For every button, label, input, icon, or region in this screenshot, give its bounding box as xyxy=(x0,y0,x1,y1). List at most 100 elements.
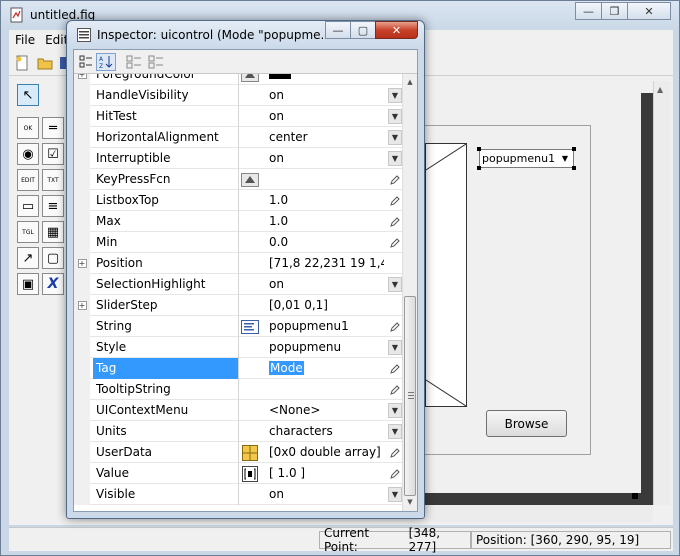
property-row-string[interactable]: String popupmenu1 xyxy=(74,316,402,337)
open-folder-icon[interactable] xyxy=(37,55,53,71)
property-row-position[interactable]: + Position [71,8 22,231 19 1,462] xyxy=(74,253,402,274)
property-value[interactable]: Mode xyxy=(269,358,384,379)
edit-pencil-icon[interactable] xyxy=(388,382,402,397)
property-value[interactable]: on xyxy=(269,106,384,127)
property-row-style[interactable]: Style popupmenu ▼ xyxy=(74,337,402,358)
listbox-tool[interactable]: ≡ xyxy=(42,195,64,217)
property-row-tag[interactable]: Tag Mode xyxy=(74,358,402,379)
edit-pencil-icon[interactable] xyxy=(388,235,402,250)
popup-menu-tool[interactable]: ▭ xyxy=(17,195,39,217)
property-row-sliderstep[interactable]: + SliderStep [0,01 0,1] xyxy=(74,295,402,316)
property-value[interactable]: popupmenu xyxy=(269,337,384,358)
property-value[interactable]: characters xyxy=(269,421,384,442)
property-value[interactable]: popupmenu1 xyxy=(269,316,384,337)
table-tool[interactable]: ▦ xyxy=(42,221,64,243)
property-row-interruptible[interactable]: Interruptible on ▼ xyxy=(74,148,402,169)
activex-tool[interactable]: X xyxy=(42,273,64,295)
property-row-uicontextmenu[interactable]: UIContextMenu <None> ▼ xyxy=(74,400,402,421)
property-row-handlevisibility[interactable]: HandleVisibility on ▼ xyxy=(74,85,402,106)
selection-handle[interactable] xyxy=(477,147,481,151)
maximize-icon[interactable]: ▢ xyxy=(350,21,376,39)
property-value[interactable]: [0x0 double array] xyxy=(269,442,384,463)
property-value[interactable]: on xyxy=(269,148,384,169)
check-box-tool[interactable]: ☑ xyxy=(42,143,64,165)
collapse-all-icon[interactable] xyxy=(146,53,166,71)
scroll-down-icon[interactable]: ▼ xyxy=(404,495,416,509)
minimize-icon[interactable]: — xyxy=(325,21,351,39)
property-row-keypressfcn[interactable]: KeyPressFcn xyxy=(74,169,402,190)
callback-icon[interactable] xyxy=(239,170,261,189)
foreground-color-swatch[interactable] xyxy=(269,74,291,79)
property-row-units[interactable]: Units characters ▼ xyxy=(74,421,402,442)
popupmenu-widget[interactable]: popupmenu1 ▼ xyxy=(479,149,574,168)
expand-plus-icon[interactable]: + xyxy=(77,74,87,79)
dropdown-arrow-icon[interactable]: ▼ xyxy=(388,403,402,418)
selection-handle[interactable] xyxy=(572,147,576,151)
layout-vertical-scrollbar[interactable]: ▲ xyxy=(653,81,670,505)
property-value[interactable]: [71,8 22,231 19 1,462] xyxy=(269,253,384,274)
sort-alphabetically-icon[interactable]: AZ xyxy=(96,53,116,71)
slider-tool[interactable]: ═ xyxy=(42,117,64,139)
property-value[interactable] xyxy=(269,74,384,85)
property-row-min[interactable]: Min 0.0 xyxy=(74,232,402,253)
close-icon[interactable]: ✕ xyxy=(627,2,671,20)
edit-pencil-icon[interactable] xyxy=(388,466,402,481)
axes-widget[interactable] xyxy=(425,143,467,407)
property-value[interactable] xyxy=(269,379,384,400)
property-value[interactable]: [0,01 0,1] xyxy=(269,295,384,316)
panel-tool[interactable]: ▢ xyxy=(42,247,64,269)
dropdown-arrow-icon[interactable]: ▼ xyxy=(388,109,402,124)
property-value[interactable]: on xyxy=(269,274,384,295)
expand-plus-icon[interactable]: + xyxy=(77,259,87,268)
dropdown-arrow-icon[interactable]: ▼ xyxy=(388,151,402,166)
categorized-view-icon[interactable] xyxy=(76,53,96,71)
text-list-icon[interactable] xyxy=(239,317,261,336)
scrollbar-thumb[interactable] xyxy=(404,296,416,496)
property-row-foregroundcolor[interactable]: + ForegroundColor xyxy=(74,74,402,85)
matrix-icon[interactable] xyxy=(239,464,261,483)
property-value[interactable]: 1.0 xyxy=(269,190,384,211)
static-text-tool[interactable]: TXT xyxy=(42,169,64,191)
property-value[interactable]: on xyxy=(269,484,384,505)
figure-resize-handle[interactable] xyxy=(632,493,638,499)
grid-icon[interactable] xyxy=(239,443,261,462)
menu-file[interactable]: File xyxy=(15,33,35,47)
inspector-vertical-scrollbar[interactable]: ▲ ▼ xyxy=(402,74,417,511)
property-row-tooltipstring[interactable]: TooltipString xyxy=(74,379,402,400)
property-row-userdata[interactable]: UserData [0x0 double array] xyxy=(74,442,402,463)
expand-plus-icon[interactable]: + xyxy=(77,301,87,310)
property-row-listboxtop[interactable]: ListboxTop 1.0 xyxy=(74,190,402,211)
expand-all-icon[interactable] xyxy=(124,53,144,71)
property-value[interactable] xyxy=(269,169,384,190)
property-row-visible[interactable]: Visible on ▼ xyxy=(74,484,402,505)
radio-button-tool[interactable]: ◉ xyxy=(17,143,39,165)
property-value[interactable]: 0.0 xyxy=(269,232,384,253)
edit-pencil-icon[interactable] xyxy=(388,214,402,229)
minimize-icon[interactable]: — xyxy=(575,2,602,20)
dropdown-arrow-icon[interactable]: ▼ xyxy=(388,340,402,355)
edit-pencil-icon[interactable] xyxy=(388,445,402,460)
scroll-up-icon[interactable]: ▲ xyxy=(657,85,663,94)
edit-pencil-icon[interactable] xyxy=(388,319,402,334)
edit-pencil-icon[interactable] xyxy=(388,361,402,376)
property-value[interactable]: on xyxy=(269,85,384,106)
scroll-up-icon[interactable]: ▲ xyxy=(404,75,416,89)
button-group-tool[interactable]: ▣ xyxy=(17,273,39,295)
dropdown-arrow-icon[interactable]: ▼ xyxy=(388,88,402,103)
property-row-selectionhighlight[interactable]: SelectionHighlight on ▼ xyxy=(74,274,402,295)
dropdown-arrow-icon[interactable]: ▼ xyxy=(388,424,402,439)
push-button-tool[interactable]: OK xyxy=(17,117,39,139)
select-arrow-tool[interactable]: ↖ xyxy=(17,84,39,106)
property-value[interactable]: 1.0 xyxy=(269,211,384,232)
restore-icon[interactable]: ❐ xyxy=(601,2,628,20)
property-row-max[interactable]: Max 1.0 xyxy=(74,211,402,232)
toggle-button-tool[interactable]: TGL xyxy=(17,221,39,243)
browse-button[interactable]: Browse xyxy=(486,410,567,437)
dropdown-arrow-icon[interactable]: ▼ xyxy=(388,130,402,145)
dropdown-arrow-icon[interactable]: ▼ xyxy=(388,487,402,502)
color-swatch-icon[interactable] xyxy=(239,74,261,84)
menu-edit[interactable]: Edit xyxy=(45,33,68,47)
property-value[interactable]: center xyxy=(269,127,384,148)
edit-pencil-icon[interactable] xyxy=(388,193,402,208)
selection-handle[interactable] xyxy=(477,166,481,170)
